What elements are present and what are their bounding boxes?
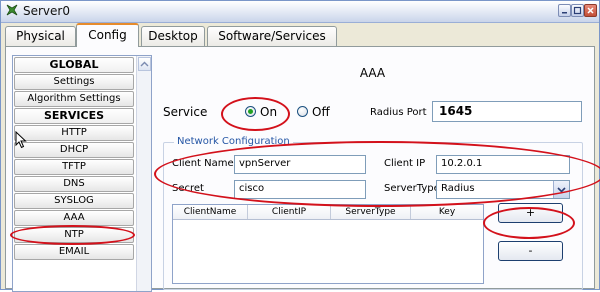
maximize-button[interactable]	[571, 4, 584, 17]
tab-physical[interactable]: Physical	[5, 26, 76, 46]
minimize-button[interactable]	[558, 4, 571, 17]
sidebar-list: GLOBAL Settings Algorithm Settings SERVI…	[14, 57, 136, 261]
column-header-key[interactable]: Key	[411, 205, 483, 219]
radius-port-label: Radius Port	[370, 107, 427, 118]
scroll-up-button[interactable]	[138, 57, 151, 71]
column-header-servertype[interactable]: ServerType	[331, 205, 411, 219]
server-type-select[interactable]: Radius	[436, 180, 570, 199]
column-header-clientip[interactable]: ClientIP	[248, 205, 331, 219]
config-sidebar: GLOBAL Settings Algorithm Settings SERVI…	[12, 55, 152, 292]
network-configuration-legend: Network Configuration	[174, 136, 293, 147]
tab-config[interactable]: Config	[76, 23, 139, 47]
client-table: ClientName ClientIP ServerType Key	[172, 204, 484, 284]
radius-port-input[interactable]: 1645	[432, 101, 582, 122]
minimize-icon	[562, 12, 567, 14]
tab-bar: Physical Config Desktop Software/Service…	[1, 23, 599, 47]
service-off-label[interactable]: Off	[312, 105, 330, 119]
page-title: AAA	[359, 66, 386, 80]
secret-label: Secret	[172, 183, 204, 194]
server-type-label: ServerType	[384, 183, 440, 194]
sidebar-item-ntp[interactable]: NTP	[14, 227, 134, 243]
mouse-cursor-icon	[15, 131, 27, 149]
client-ip-label: Client IP	[384, 158, 426, 169]
sidebar-item-settings[interactable]: Settings	[14, 74, 134, 90]
sidebar-item-algorithm-settings[interactable]: Algorithm Settings	[14, 91, 134, 107]
tab-desktop[interactable]: Desktop	[141, 26, 205, 46]
remove-client-button[interactable]: -	[498, 241, 563, 261]
service-label: Service	[163, 105, 208, 119]
server-type-dropdown-button[interactable]	[553, 181, 569, 198]
server-app-icon	[6, 4, 18, 16]
sidebar-scrollbar[interactable]	[136, 56, 151, 291]
sidebar-item-http[interactable]: HTTP	[14, 125, 134, 141]
column-header-clientname[interactable]: ClientName	[173, 205, 248, 219]
server-type-value: Radius	[441, 183, 475, 194]
client-name-label: Client Name	[172, 158, 234, 169]
service-on-radio[interactable]	[245, 106, 256, 117]
sidebar-item-dhcp[interactable]: DHCP	[14, 142, 134, 158]
close-icon	[587, 7, 594, 14]
maximize-icon	[573, 6, 582, 15]
tab-software-services[interactable]: Software/Services	[207, 26, 337, 46]
sidebar-item-syslog[interactable]: SYSLOG	[14, 193, 134, 209]
secret-input[interactable]: cisco	[234, 180, 366, 199]
chevron-down-icon	[557, 187, 566, 193]
table-header: ClientName ClientIP ServerType Key	[173, 205, 483, 220]
aaa-content: AAA Service On Off Radius Port 1645 Netw…	[156, 55, 589, 290]
service-on-label[interactable]: On	[260, 105, 277, 119]
sidebar-item-aaa[interactable]: AAA	[14, 210, 134, 226]
chevron-up-icon	[140, 61, 149, 67]
config-panel: GLOBAL Settings Algorithm Settings SERVI…	[5, 46, 595, 292]
window-title: Server0	[23, 4, 70, 18]
service-off-radio[interactable]	[297, 106, 308, 117]
sidebar-item-tftp[interactable]: TFTP	[14, 159, 134, 175]
network-configuration-group: Network Configuration Client Name vpnSer…	[163, 136, 583, 290]
sidebar-header-global: GLOBAL	[14, 57, 134, 73]
close-button[interactable]	[584, 4, 597, 17]
sidebar-header-services: SERVICES	[14, 108, 134, 124]
server-window: Server0 Physical Config Desktop Software…	[0, 0, 600, 292]
sidebar-item-dns[interactable]: DNS	[14, 176, 134, 192]
client-ip-input[interactable]: 10.2.0.1	[436, 155, 570, 174]
client-name-input[interactable]: vpnServer	[234, 155, 366, 174]
sidebar-item-email[interactable]: EMAIL	[14, 244, 134, 260]
add-client-button[interactable]: +	[498, 203, 563, 223]
title-bar[interactable]: Server0	[1, 1, 599, 23]
service-row: Service On Off Radius Port 1645	[163, 101, 583, 123]
